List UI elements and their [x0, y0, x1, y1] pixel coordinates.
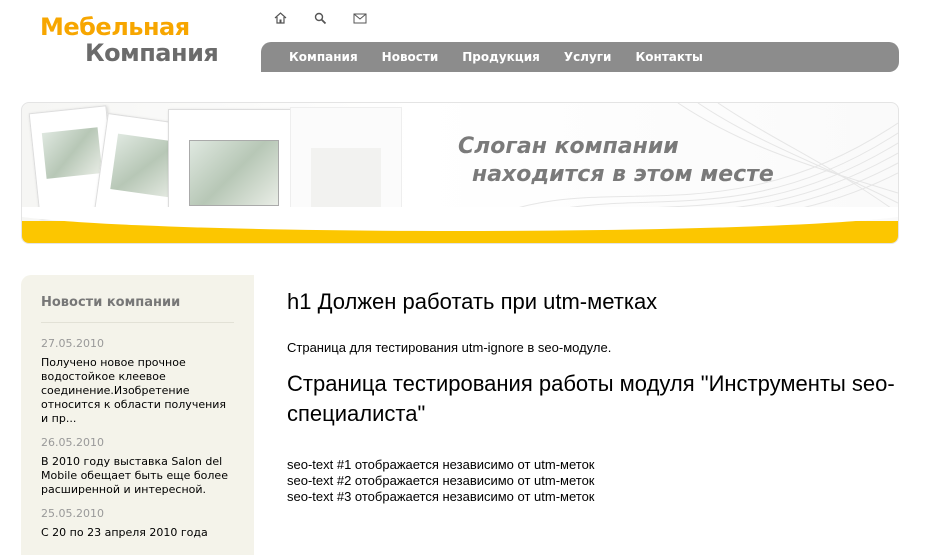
- main-content: h1 Должен работать при utm-метках Страни…: [287, 288, 897, 505]
- top-icon-bar: [272, 10, 368, 26]
- news-link[interactable]: С 20 по 23 апреля 2010 года: [41, 526, 234, 540]
- seo-text-block: seo-text #1 отображается независимо от u…: [287, 457, 897, 505]
- banner-slogan: Слоган компании находится в этом месте: [458, 133, 774, 189]
- seo-text-line: seo-text #1 отображается независимо от u…: [287, 457, 595, 472]
- news-item: 25.05.2010 С 20 по 23 апреля 2010 года: [41, 507, 234, 540]
- news-link[interactable]: В 2010 году выставка Salon del Mobile об…: [41, 455, 234, 497]
- news-item: 26.05.2010 В 2010 году выставка Salon de…: [41, 436, 234, 497]
- mail-icon[interactable]: [352, 10, 368, 26]
- slogan-line2: находится в этом месте: [472, 162, 774, 187]
- news-date: 27.05.2010: [41, 337, 104, 350]
- nav-item-products[interactable]: Продукция: [462, 50, 540, 64]
- search-icon[interactable]: [312, 10, 328, 26]
- page-title: h1 Должен работать при utm-метках: [287, 289, 658, 314]
- news-date: 26.05.2010: [41, 436, 104, 449]
- news-date: 25.05.2010: [41, 507, 104, 520]
- nav-item-contacts[interactable]: Контакты: [635, 50, 702, 64]
- company-logo[interactable]: Мебельная Компания: [40, 13, 219, 67]
- intro-text: Страница для тестирования utm-ignore в s…: [287, 340, 612, 355]
- news-item: 27.05.2010 Получено новое прочное водост…: [41, 337, 234, 426]
- seo-text-line: seo-text #3 отображается независимо от u…: [287, 489, 595, 504]
- nav-item-services[interactable]: Услуги: [564, 50, 612, 64]
- nav-item-news[interactable]: Новости: [382, 50, 439, 64]
- header-banner: Слоган компании находится в этом месте: [21, 102, 899, 244]
- section-heading: Страница тестирования работы модуля "Инс…: [287, 371, 895, 426]
- sidebar-title: Новости компании: [41, 295, 234, 323]
- main-nav: Компания Новости Продукция Услуги Контак…: [261, 42, 899, 72]
- logo-line1: Мебельная: [40, 13, 190, 41]
- banner-photo-3: [168, 109, 292, 221]
- banner-photo-4: [290, 107, 402, 221]
- banner-yellow-stripe: [22, 207, 898, 243]
- news-sidebar: Новости компании 27.05.2010 Получено нов…: [21, 275, 254, 555]
- nav-item-company[interactable]: Компания: [289, 50, 358, 64]
- slogan-line1: Слоган компании: [458, 134, 679, 159]
- seo-text-line: seo-text #2 отображается независимо от u…: [287, 473, 595, 488]
- logo-line2: Компания: [85, 39, 219, 67]
- home-icon[interactable]: [272, 10, 288, 26]
- news-link[interactable]: Получено новое прочное водостойкое клеев…: [41, 356, 234, 426]
